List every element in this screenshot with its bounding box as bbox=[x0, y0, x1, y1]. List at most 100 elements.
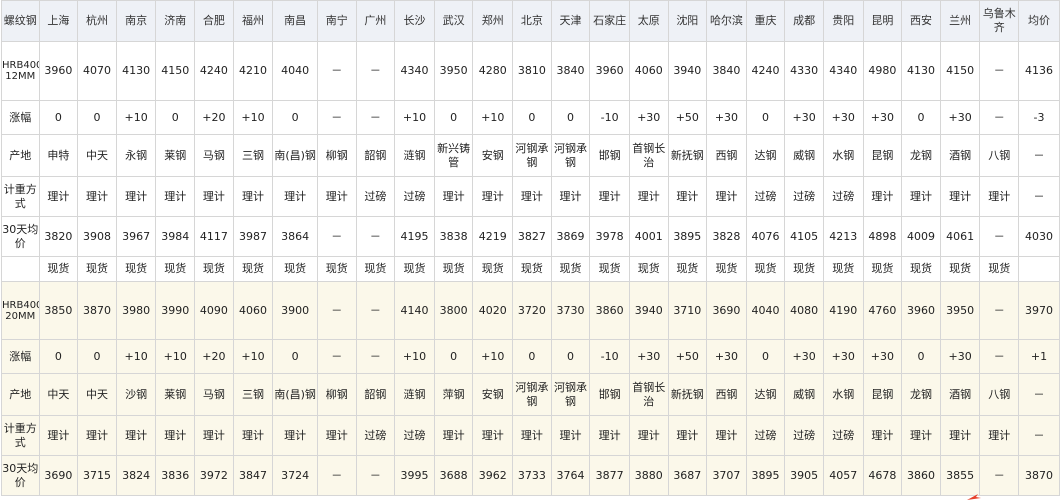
table-cell: +10 bbox=[394, 339, 435, 374]
table-cell: 八钢 bbox=[979, 134, 1020, 177]
row-label: HRB400 20MM bbox=[1, 281, 40, 340]
city-header: 兰州 bbox=[939, 0, 981, 42]
city-header: 昆明 bbox=[862, 0, 903, 42]
table-cell: 4330 bbox=[784, 41, 824, 101]
table-cell: +30 bbox=[939, 339, 981, 374]
table-cell: 4340 bbox=[822, 41, 864, 101]
spot-link[interactable]: 现货 bbox=[822, 256, 864, 282]
table-cell: 水钢 bbox=[822, 134, 864, 177]
table-cell: +30 bbox=[784, 339, 824, 374]
table-cell: 0 bbox=[433, 339, 474, 374]
spot-link[interactable]: 现货 bbox=[745, 256, 786, 282]
table-cell: － bbox=[316, 216, 357, 257]
table-cell: 4117 bbox=[194, 216, 234, 257]
avg-header: 均价 bbox=[1018, 0, 1060, 42]
city-header: 合肥 bbox=[194, 0, 234, 42]
table-cell: 马钢 bbox=[194, 134, 234, 177]
table-cell: 0 bbox=[155, 100, 196, 135]
city-header: 太原 bbox=[628, 0, 669, 42]
spot-link[interactable]: 现货 bbox=[901, 256, 941, 282]
table-cell: 理计 bbox=[550, 415, 591, 456]
table-cell: 理计 bbox=[232, 415, 274, 456]
table-cell: 0 bbox=[77, 339, 117, 374]
row-label: 计重方式 bbox=[1, 176, 40, 217]
table-cell: 4001 bbox=[628, 216, 669, 257]
spot-link[interactable]: 现货 bbox=[355, 256, 396, 282]
spot-link[interactable]: 现货 bbox=[232, 256, 274, 282]
table-cell: 昆钢 bbox=[862, 134, 903, 177]
spot-link[interactable]: 现货 bbox=[272, 256, 318, 282]
table-cell: 4150 bbox=[939, 41, 981, 101]
city-header: 南京 bbox=[115, 0, 157, 42]
spot-link[interactable]: 现货 bbox=[667, 256, 708, 282]
spot-link[interactable]: 现货 bbox=[155, 256, 196, 282]
table-cell: 西钢 bbox=[706, 134, 747, 177]
table-cell: 3978 bbox=[589, 216, 630, 257]
table-cell: － bbox=[979, 455, 1020, 496]
spot-link[interactable]: 现货 bbox=[472, 256, 514, 282]
table-cell: 4040 bbox=[272, 41, 318, 101]
table-cell: 0 bbox=[433, 100, 474, 135]
table-cell: 河钢承钢 bbox=[512, 373, 552, 416]
city-header: 郑州 bbox=[472, 0, 514, 42]
table-cell: 3895 bbox=[745, 455, 786, 496]
table-cell: 邯钢 bbox=[589, 134, 630, 177]
table-cell: 理计 bbox=[628, 176, 669, 217]
spot-link[interactable]: 现货 bbox=[433, 256, 474, 282]
origin-row: 产地 申特 中天 永钢 莱钢 马钢 三钢 南(昌)钢 柳钢 韶钢 涟钢 新兴铸管 安钢 河钢承钢 河钢承钢邯… bbox=[1, 134, 1060, 177]
table-cell: 4240 bbox=[194, 41, 234, 101]
table-cell: 3860 bbox=[589, 281, 630, 340]
table-cell: 永钢 bbox=[115, 134, 157, 177]
avg-cell: － bbox=[1018, 373, 1060, 416]
city-header: 北京 bbox=[512, 0, 552, 42]
spot-link[interactable]: 现货 bbox=[316, 256, 357, 282]
spot-link[interactable]: 现货 bbox=[77, 256, 117, 282]
table-cell: 3995 bbox=[394, 455, 435, 496]
spot-link[interactable]: 现货 bbox=[550, 256, 591, 282]
table-cell: 韶钢 bbox=[355, 373, 396, 416]
table-cell: 3864 bbox=[272, 216, 318, 257]
table-cell: 三钢 bbox=[232, 134, 274, 177]
table-cell: － bbox=[316, 339, 357, 374]
table-cell: -10 bbox=[589, 339, 630, 374]
spot-link[interactable]: 现货 bbox=[394, 256, 435, 282]
table-cell: 0 bbox=[550, 100, 591, 135]
table-cell: 4760 bbox=[862, 281, 903, 340]
spot-link[interactable]: 现货 bbox=[194, 256, 234, 282]
table-cell: 三钢 bbox=[232, 373, 274, 416]
spot-link[interactable]: 现货 bbox=[784, 256, 824, 282]
spot-link[interactable]: 现货 bbox=[862, 256, 903, 282]
table-cell: 3950 bbox=[939, 281, 981, 340]
table-cell: 中天 bbox=[38, 373, 79, 416]
table-cell: 理计 bbox=[472, 176, 514, 217]
avg-cell: － bbox=[1018, 176, 1060, 217]
table-cell: 4060 bbox=[628, 41, 669, 101]
table-cell: 3980 bbox=[115, 281, 157, 340]
table-cell: 4678 bbox=[862, 455, 903, 496]
table-cell: 4040 bbox=[745, 281, 786, 340]
table-cell: 4195 bbox=[394, 216, 435, 257]
spot-link[interactable]: 现货 bbox=[38, 256, 79, 282]
spot-link[interactable]: 现货 bbox=[589, 256, 630, 282]
table-cell: 4240 bbox=[745, 41, 786, 101]
city-header: 福州 bbox=[232, 0, 274, 42]
table-cell: 0 bbox=[745, 339, 786, 374]
table-cell: +10 bbox=[394, 100, 435, 135]
table-cell: － bbox=[316, 281, 357, 340]
table-cell: 酒钢 bbox=[939, 134, 981, 177]
spot-link[interactable]: 现货 bbox=[979, 256, 1020, 282]
table-cell: +30 bbox=[862, 100, 903, 135]
spot-link[interactable]: 现货 bbox=[115, 256, 157, 282]
table-cell: 4061 bbox=[939, 216, 981, 257]
table-cell: 4980 bbox=[862, 41, 903, 101]
spot-link[interactable]: 现货 bbox=[512, 256, 552, 282]
table-cell: +50 bbox=[667, 100, 708, 135]
header-row: 螺纹钢 上海 杭州 南京 济南 合肥 福州 南昌 南宁 广州 长沙 武汉 郑州 北京 天津 石家庄 太原 沈阳 哈尔… bbox=[1, 0, 1060, 42]
table-cell: 酒钢 bbox=[939, 373, 981, 416]
spot-link[interactable]: 现货 bbox=[939, 256, 981, 282]
spot-link[interactable]: 现货 bbox=[628, 256, 669, 282]
table-cell: 3847 bbox=[232, 455, 274, 496]
city-header: 哈尔滨 bbox=[706, 0, 747, 42]
table-cell: 3960 bbox=[901, 281, 941, 340]
spot-link[interactable]: 现货 bbox=[706, 256, 747, 282]
